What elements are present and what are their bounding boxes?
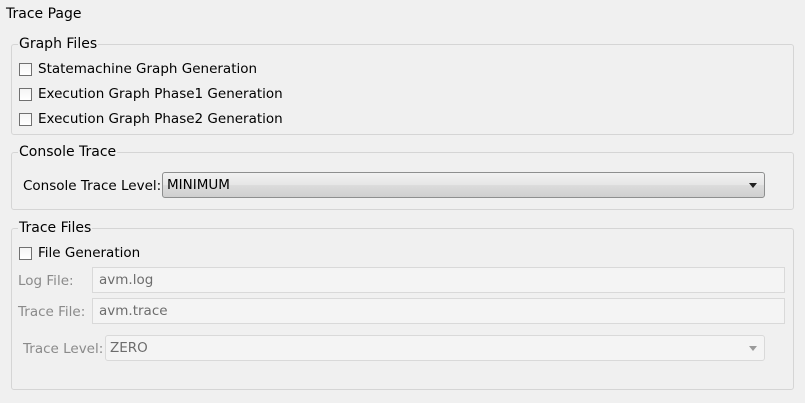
checkbox-box[interactable]	[19, 62, 32, 76]
console-trace-title: Console Trace	[18, 143, 118, 161]
log-file-input[interactable]	[99, 272, 784, 288]
checkbox-label: Statemachine Graph Generation	[38, 61, 258, 77]
log-file-field[interactable]	[92, 267, 785, 293]
log-file-label: Log File:	[18, 273, 74, 289]
trace-file-input[interactable]	[99, 303, 784, 319]
checkbox-box[interactable]	[19, 87, 32, 101]
trace-files-title: Trace Files	[18, 219, 93, 237]
trace-level-select[interactable]: ZERO	[105, 335, 765, 361]
trace-level-label: Trace Level:	[23, 341, 104, 357]
checkbox-label: File Generation	[38, 245, 141, 261]
trace-file-field[interactable]	[92, 298, 785, 324]
execution-graph-phase1-checkbox[interactable]: Execution Graph Phase1 Generation	[19, 85, 283, 103]
page-title: Trace Page	[6, 6, 82, 22]
trace-file-label: Trace File:	[18, 304, 86, 320]
file-generation-checkbox[interactable]: File Generation	[19, 244, 140, 262]
statemachine-graph-checkbox[interactable]: Statemachine Graph Generation	[19, 60, 257, 78]
checkbox-label: Execution Graph Phase1 Generation	[38, 86, 283, 102]
checkbox-label: Execution Graph Phase2 Generation	[38, 111, 283, 127]
checkbox-box[interactable]	[19, 112, 32, 126]
graph-files-title: Graph Files	[18, 35, 99, 53]
chevron-down-icon	[749, 346, 757, 351]
console-trace-level-select[interactable]: MINIMUM	[162, 172, 765, 198]
checkbox-box[interactable]	[19, 246, 32, 260]
console-trace-level-label: Console Trace Level:	[23, 178, 162, 194]
console-trace-level-value: MINIMUM	[167, 177, 230, 193]
trace-page: Trace Page Graph Files Statemachine Grap…	[0, 0, 805, 403]
chevron-down-icon	[749, 183, 757, 188]
trace-level-value: ZERO	[110, 340, 148, 356]
execution-graph-phase2-checkbox[interactable]: Execution Graph Phase2 Generation	[19, 110, 283, 128]
